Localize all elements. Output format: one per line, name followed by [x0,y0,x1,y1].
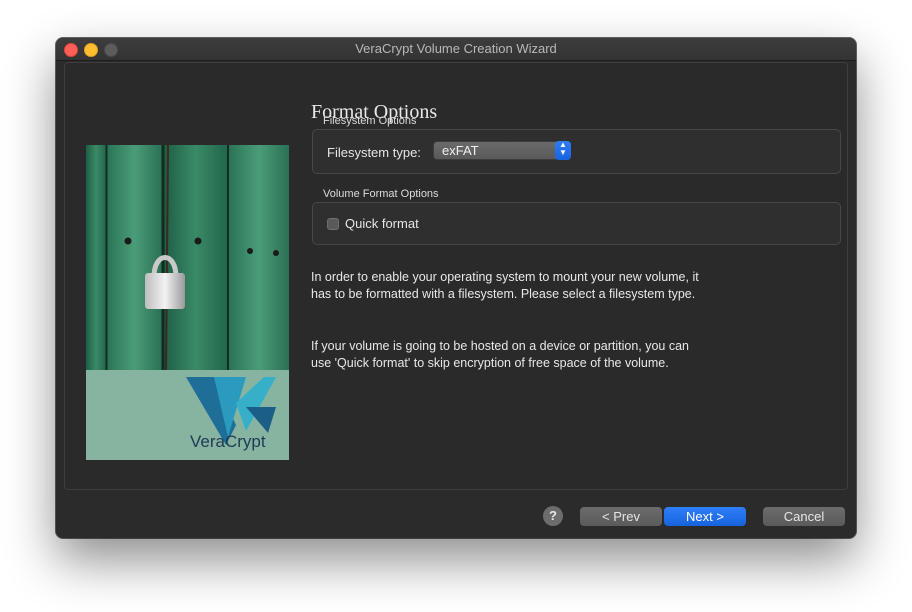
filesystem-options-label: Filesystem Options [323,115,417,127]
veracrypt-logo-text: VeraCrypt [190,432,266,451]
filesystem-type-value: exFAT [442,143,479,158]
minimize-window-button[interactable] [84,43,98,57]
padlock-door-illustration [86,145,289,460]
close-window-button[interactable] [64,43,78,57]
filesystem-type-label: Filesystem type: [327,145,421,160]
cancel-button[interactable]: Cancel [763,507,845,526]
title-bar: VeraCrypt Volume Creation Wizard [56,38,856,61]
chevron-updown-icon: ▲ ▼ [555,141,571,160]
content-panel: VeraCrypt Format Options Filesystem Opti… [64,62,848,490]
zoom-window-button[interactable] [104,43,118,57]
quick-format-label[interactable]: Quick format [345,216,419,231]
veracrypt-sidebar-image: VeraCrypt [86,145,289,460]
button-bar: ? < Prev Next > Cancel [56,493,856,538]
quick-format-checkbox[interactable] [327,218,339,230]
help-button[interactable]: ? [543,506,563,526]
window-title: VeraCrypt Volume Creation Wizard [355,41,557,56]
description-paragraph-2: If your volume is going to be hosted on … [311,339,690,370]
wizard-window: VeraCrypt Volume Creation Wizard VeraCry… [56,38,856,538]
prev-button[interactable]: < Prev [580,507,662,526]
volume-format-options-label: Volume Format Options [323,188,439,200]
description-paragraph-1: In order to enable your operating system… [311,270,699,301]
filesystem-type-select[interactable]: exFAT ▲ ▼ [433,141,571,160]
next-button[interactable]: Next > [664,507,746,526]
